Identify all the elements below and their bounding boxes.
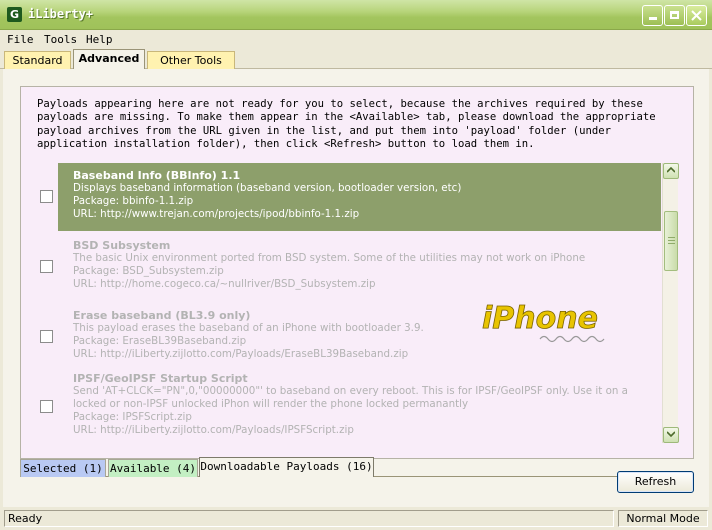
payload-item[interactable]: Baseband Info (BBInfo) 1.1 Displays base… bbox=[58, 163, 661, 231]
tab-advanced[interactable]: Advanced bbox=[73, 49, 145, 69]
grip-line bbox=[668, 243, 675, 244]
payload-item[interactable]: IPSF/GeoIPSF Startup Script Send 'AT+CLC… bbox=[58, 366, 661, 443]
payload-checkbox-bbinfo[interactable] bbox=[40, 190, 53, 203]
payload-item[interactable]: BSD Subsystem The basic Unix environment… bbox=[58, 233, 661, 301]
payload-name: BSD Subsystem bbox=[73, 239, 171, 252]
title-bar[interactable]: G iLiberty+ bbox=[0, 0, 712, 30]
payload-url: URL: http://iLiberty.zijlotto.com/Payloa… bbox=[73, 424, 354, 436]
main-tabs: Standard Advanced Other Tools bbox=[0, 49, 712, 69]
logo-scribble-stroke bbox=[539, 335, 605, 343]
mode-indicator: Normal Mode bbox=[618, 510, 708, 527]
grip-line bbox=[668, 237, 675, 238]
tab-standard[interactable]: Standard bbox=[4, 51, 71, 69]
minimize-icon bbox=[648, 17, 657, 20]
menu-file[interactable]: File bbox=[7, 33, 34, 46]
payload-package: Package: BSD_Subsystem.zip bbox=[73, 265, 224, 277]
payload-description: The basic Unix environment ported from B… bbox=[73, 252, 586, 264]
status-bar: Ready Normal Mode bbox=[0, 508, 712, 530]
tab-other-tools[interactable]: Other Tools bbox=[147, 51, 235, 69]
chevron-down-icon bbox=[666, 431, 676, 438]
app-icon: G bbox=[7, 7, 22, 22]
payload-description: Send 'AT+CLCK="PN",0,"00000000"' to base… bbox=[73, 385, 628, 410]
payload-description: Displays baseband information (baseband … bbox=[73, 182, 462, 194]
scroll-up-button[interactable] bbox=[663, 163, 679, 179]
menu-tools[interactable]: Tools bbox=[44, 33, 77, 46]
refresh-button[interactable]: Refresh bbox=[617, 471, 694, 493]
payload-name: Baseband Info (BBInfo) 1.1 bbox=[73, 169, 241, 182]
payload-url: URL: http://www.trejan.com/projects/ipod… bbox=[73, 208, 360, 220]
payload-checkbox-bsd[interactable] bbox=[40, 260, 53, 273]
payload-package: Package: IPSFScript.zip bbox=[73, 411, 192, 423]
scroll-thumb[interactable] bbox=[664, 211, 678, 271]
payload-package: Package: bbinfo-1.1.zip bbox=[73, 195, 194, 207]
maximize-icon bbox=[670, 11, 679, 19]
maximize-button[interactable] bbox=[664, 5, 685, 26]
close-button[interactable] bbox=[686, 5, 707, 26]
payload-name: IPSF/GeoIPSF Startup Script bbox=[73, 372, 248, 385]
payload-checkbox-ipsf[interactable] bbox=[40, 400, 53, 413]
grip-line bbox=[668, 240, 675, 241]
minimize-button[interactable] bbox=[642, 5, 663, 26]
payload-checkbox-erase-baseband[interactable] bbox=[40, 330, 53, 343]
tab-downloadable-payloads[interactable]: Downloadable Payloads (16) bbox=[199, 457, 374, 477]
iphone-logo: iPhone bbox=[482, 301, 605, 343]
iphone-logo-text: iPhone bbox=[482, 301, 598, 336]
payload-instructions: Payloads appearing here are not ready fo… bbox=[37, 98, 656, 150]
payload-list-scrollbar[interactable] bbox=[662, 163, 679, 443]
status-text: Ready bbox=[4, 510, 614, 527]
menu-help[interactable]: Help bbox=[86, 33, 113, 46]
scroll-down-button[interactable] bbox=[663, 427, 679, 443]
menu-bar: File Tools Help bbox=[0, 30, 712, 49]
close-icon bbox=[691, 10, 702, 21]
payload-url: URL: http://home.cogeco.ca/~nullriver/BS… bbox=[73, 278, 376, 290]
tab-available-payloads[interactable]: Available (4) bbox=[108, 459, 198, 477]
payload-url: URL: http://iLiberty.zijlotto.com/Payloa… bbox=[73, 348, 409, 360]
window-title: iLiberty+ bbox=[28, 7, 94, 21]
tab-selected-payloads[interactable]: Selected (1) bbox=[20, 459, 106, 477]
chevron-up-icon bbox=[666, 166, 676, 173]
